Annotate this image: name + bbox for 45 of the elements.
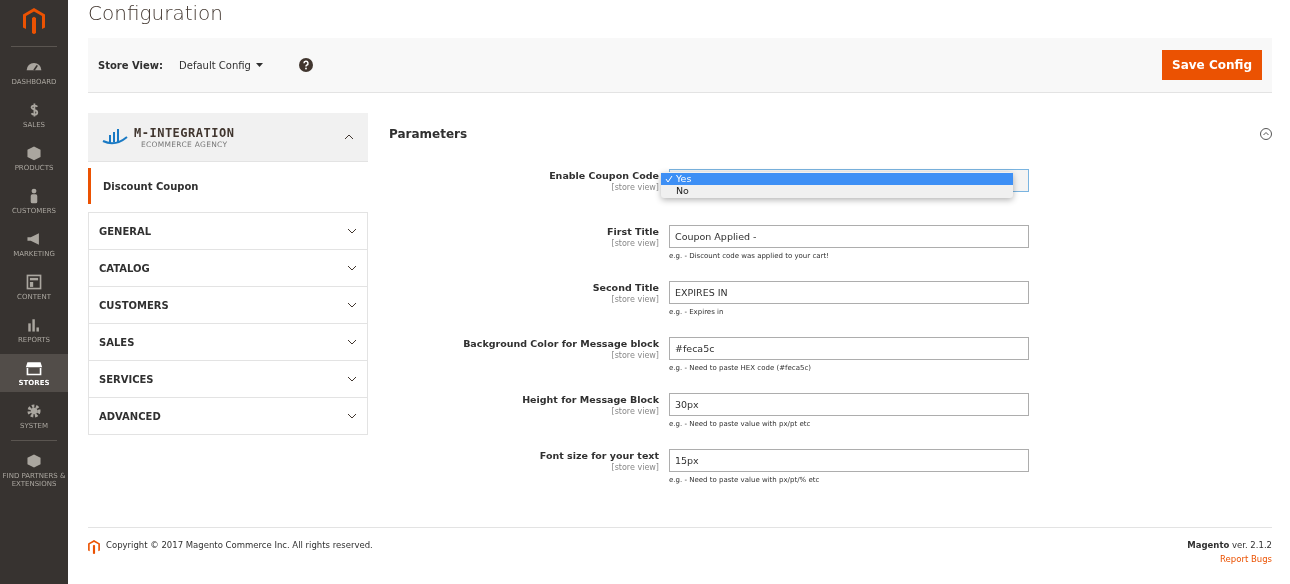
text-field[interactable]: #feca5c bbox=[669, 337, 1029, 360]
scope-hint: [store view] bbox=[611, 463, 659, 472]
config-section-tab[interactable]: SERVICES bbox=[88, 361, 368, 398]
scope-hint: [store view] bbox=[611, 351, 659, 360]
text-field[interactable]: 15px bbox=[669, 449, 1029, 472]
magento-logo bbox=[23, 8, 45, 34]
text-field[interactable]: 30px bbox=[669, 393, 1029, 416]
scope-switcher[interactable]: Default Config bbox=[179, 59, 263, 71]
field-label: Enable Coupon Code bbox=[549, 169, 659, 183]
text-field[interactable]: EXPIRES IN bbox=[669, 281, 1029, 304]
config-section-tab[interactable]: SALES bbox=[88, 324, 368, 361]
config-section-tab[interactable]: GENERAL bbox=[88, 212, 368, 250]
magento-logo bbox=[88, 540, 100, 554]
save-config-button[interactable]: Save Config bbox=[1162, 50, 1262, 80]
brand-logo-icon bbox=[102, 129, 128, 145]
text-field[interactable]: Coupon Applied - bbox=[669, 225, 1029, 248]
field-label: Background Color for Message block bbox=[463, 337, 659, 351]
scope-label: Store View: bbox=[98, 59, 164, 71]
config-section-tab[interactable]: CUSTOMERS bbox=[88, 287, 368, 324]
copyright-text: Copyright © 2017 Magento Commerce Inc. All rights reserved. bbox=[106, 540, 373, 550]
chevron-icon[interactable] bbox=[344, 133, 354, 141]
scope-hint: [store view] bbox=[611, 239, 659, 248]
caret-icon bbox=[255, 63, 263, 67]
collapse-icon[interactable] bbox=[1260, 128, 1272, 140]
layout-icon bbox=[25, 273, 43, 292]
config-section-tab[interactable]: ADVANCED bbox=[88, 398, 368, 435]
box-icon bbox=[25, 144, 43, 163]
help-icon[interactable] bbox=[298, 58, 313, 72]
field-label: Font size for your text bbox=[539, 449, 659, 463]
field-label: First Title bbox=[607, 225, 659, 239]
dropdown-option[interactable]: No bbox=[661, 185, 1013, 197]
check-icon bbox=[665, 175, 673, 183]
field-label: Second Title bbox=[592, 281, 659, 295]
page-title: Configuration bbox=[88, 0, 224, 27]
config-section-tab[interactable]: CATALOG bbox=[88, 250, 368, 287]
field-label: Height for Message Block bbox=[522, 393, 659, 407]
scope-hint: [store view] bbox=[611, 407, 659, 416]
section-title: Parameters bbox=[389, 127, 468, 141]
scope-hint: [store view] bbox=[611, 295, 659, 304]
brand-name: M-INTEGRATION bbox=[134, 125, 235, 140]
scope-hint: [store view] bbox=[611, 183, 659, 192]
config-tab-item[interactable]: Discount Coupon bbox=[88, 168, 368, 204]
storefront-icon bbox=[25, 359, 43, 378]
version-text: Magento ver. 2.1.2 bbox=[1187, 540, 1272, 550]
report-bugs-link[interactable]: Report Bugs bbox=[1220, 554, 1272, 564]
